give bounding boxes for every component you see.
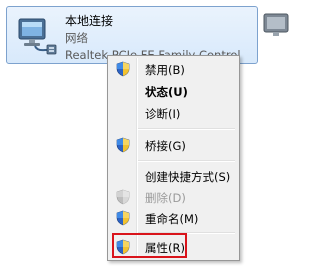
menu-item-bridge[interactable]: 桥接(G) [110, 135, 237, 155]
network-connections-window: 本地连接 网络 Realtek PCIe FE Family Control 禁… [0, 0, 290, 266]
connection-name: 本地连接 [65, 14, 114, 28]
menu-item-label: 诊断(I) [145, 107, 181, 121]
menu-item-label: 创建快捷方式(S) [145, 170, 231, 184]
uac-shield-icon [116, 137, 130, 153]
menu-item-label: 重命名(M) [145, 212, 199, 226]
uac-shield-icon [116, 189, 130, 205]
connection-status: 网络 [65, 31, 88, 45]
menu-item-label: 桥接(G) [145, 139, 186, 153]
menu-item-diagnose[interactable]: 诊断(I) [110, 103, 237, 123]
menu-item-disable[interactable]: 禁用(B) [110, 59, 237, 79]
menu-item-label: 状态(U) [145, 85, 188, 99]
uac-shield-icon [116, 61, 130, 77]
network-adapter-icon [18, 18, 57, 55]
menu-separator [138, 160, 235, 162]
properties-highlight-box [112, 233, 187, 258]
menu-item-label: 禁用(B) [145, 63, 185, 77]
menu-separator [138, 128, 235, 130]
menu-item-create-shortcut[interactable]: 创建快捷方式(S) [110, 166, 237, 186]
uac-shield-icon [116, 210, 130, 226]
context-menu: 禁用(B) 状态(U) 诊断(I) 桥接(G) 创建快捷方式(S) 删除(D) … [107, 55, 240, 261]
second-network-adapter-icon[interactable] [262, 8, 290, 64]
menu-item-delete[interactable]: 删除(D) [110, 187, 237, 207]
menu-item-label: 删除(D) [145, 191, 186, 205]
menu-item-status[interactable]: 状态(U) [110, 81, 237, 101]
menu-item-rename[interactable]: 重命名(M) [110, 208, 237, 228]
